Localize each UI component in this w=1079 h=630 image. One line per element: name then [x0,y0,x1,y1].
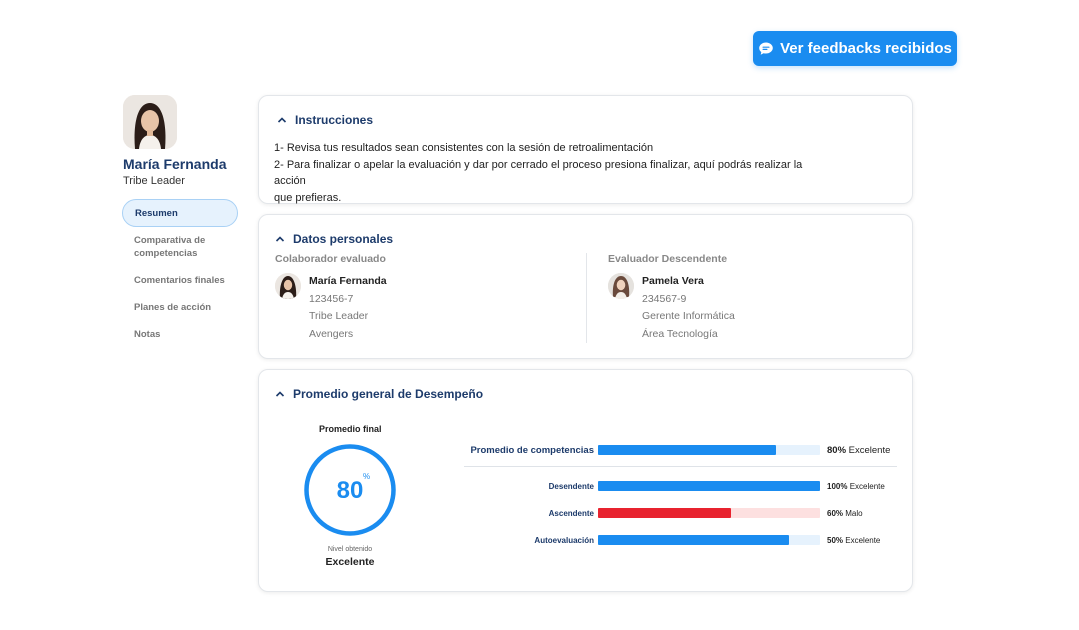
row-percent: 60% [827,509,844,518]
final-average-label: Promedio final [319,424,382,434]
instruction-line: que prefieras. [274,191,342,204]
row-rating: Malo [845,509,863,518]
summary-bar-label: Promedio de competencias [470,445,594,456]
personal-data-toggle[interactable]: Datos personales [275,232,393,246]
divider [586,253,587,343]
instructions-text: 1- Revisa tus resultados sean consistent… [274,140,834,206]
row-rating: Excelente [849,482,885,491]
evaluator-role: Gerente Informática [642,310,735,322]
avatar [123,95,177,149]
nav-item-comparativa[interactable]: Comparativa de competencias [122,234,238,260]
evaluated-team: Avengers [309,327,354,340]
evaluated-name: María Fernanda [309,275,387,287]
bar-track-autoevaluacion [598,535,820,545]
view-feedbacks-button[interactable]: Ver feedbacks recibidos [753,31,957,66]
evaluator-person: Evaluador Descendente Pamela Vera 234567… [608,253,735,343]
final-score-value: 80 [336,477,364,504]
summary-rating: Excelente [848,445,891,456]
evaluated-person: Colaborador evaluado María Fernanda 1234… [275,253,387,343]
chevron-up-icon [277,117,287,123]
view-feedbacks-label: Ver feedbacks recibidos [780,40,952,57]
chat-icon [759,42,773,55]
bar-fill-ascendente [598,508,732,518]
profile-role: Tribe Leader [123,175,185,187]
evaluated-role: Tribe Leader [309,310,369,322]
evaluator-area: Área Tecnología [642,327,718,340]
row-label-ascendente: Ascendente [548,509,594,518]
evaluator-id: 234567-9 [642,292,687,305]
performance-card: Promedio general de Desempeño Promedio f… [258,369,913,592]
row-percent: 100% [827,482,848,491]
row-rating: Excelente [845,536,881,545]
level-label: Nivel obtenido [327,546,373,553]
evaluated-heading: Colaborador evaluado [275,253,386,265]
evaluated-id: 123456-7 [309,292,354,305]
row-label-autoevaluacion: Autoevaluación [534,536,594,545]
evaluator-name: Pamela Vera [642,275,704,287]
chevron-up-icon [275,236,285,242]
summary-bar-fill [598,445,776,455]
nav-item-comentarios[interactable]: Comentarios finales [122,274,238,287]
row-value-desendente: 100% Excelente [827,482,885,491]
row-label-desendente: Desendente [548,482,594,491]
bar-fill-autoevaluacion [598,535,789,545]
evaluator-heading: Evaluador Descendente [608,253,728,265]
performance-toggle[interactable]: Promedio general de Desempeño [275,387,483,401]
final-score-unit: % [363,472,371,481]
personal-data-title: Datos personales [293,232,394,246]
evaluator-avatar [608,273,634,299]
nav-item-resumen[interactable]: Resumen [122,199,238,227]
nav-item-notas[interactable]: Notas [122,328,238,341]
bar-fill-desendente [598,481,820,491]
bar-track-ascendente [598,508,820,518]
divider [464,466,897,467]
instruction-line: 1- Revisa tus resultados sean consistent… [274,142,654,154]
row-value-autoevaluacion: 50% Excelente [827,536,880,545]
bar-track-desendente [598,481,820,491]
side-nav: Resumen Comparativa de competencias Come… [122,199,238,341]
performance-title: Promedio general de Desempeño [293,387,484,401]
summary-bar-value: 80% Excelente [827,445,890,456]
evaluated-avatar [275,273,301,299]
summary-percent: 80% [827,445,847,456]
row-value-ascendente: 60% Malo [827,509,863,518]
instructions-card: Instrucciones 1- Revisa tus resultados s… [258,95,913,204]
instruction-line: 2- Para finalizar o apelar la evaluación… [274,158,803,188]
nav-item-planes[interactable]: Planes de acción [122,301,238,314]
chevron-up-icon [275,391,285,397]
personal-data-card: Datos personales Colaborador evaluado Ma… [258,214,913,359]
summary-bar-track [598,445,820,455]
instructions-toggle[interactable]: Instrucciones [277,113,373,127]
instructions-title: Instrucciones [295,113,374,127]
row-percent: 50% [827,536,844,545]
level-value: Excelente [325,556,375,568]
profile-name: María Fernanda [123,156,227,172]
